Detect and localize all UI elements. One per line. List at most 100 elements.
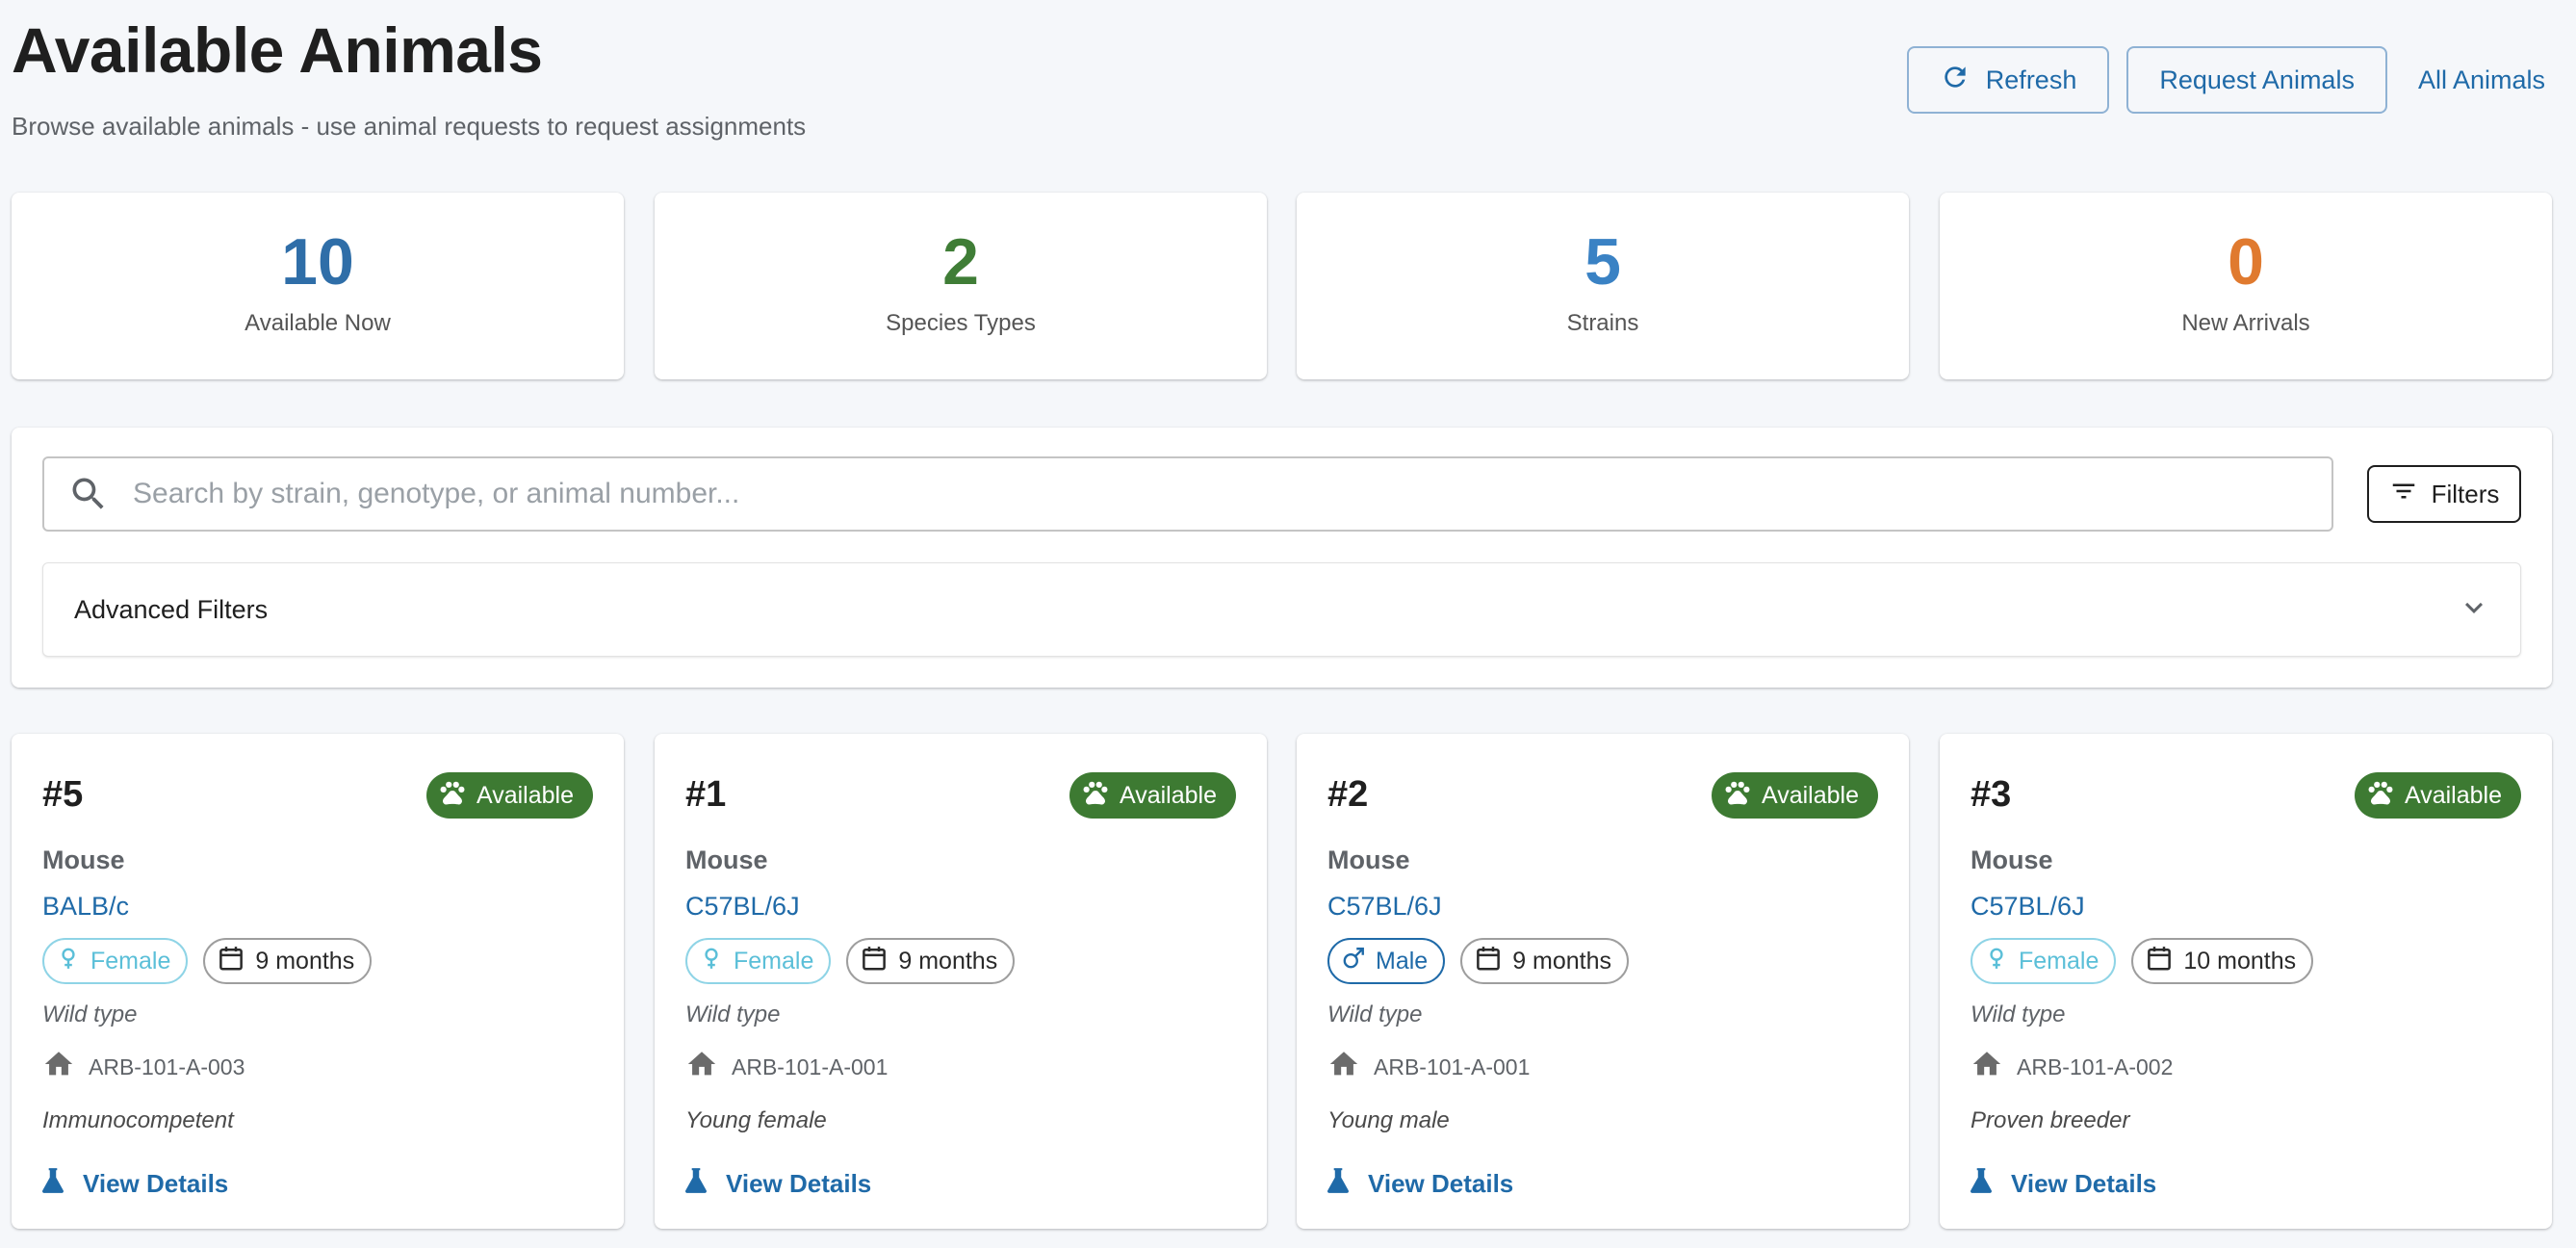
animal-card[interactable]: #5 Available Mouse BALB/c Female 9 month… xyxy=(12,734,624,1229)
status-badge: Available xyxy=(2354,772,2521,819)
location: ARB-101-A-002 xyxy=(1971,1048,2173,1086)
genotype: Wild type xyxy=(1971,1001,2066,1027)
attribute-chips: Female 9 months xyxy=(42,938,373,984)
view-details-button[interactable]: View Details xyxy=(40,1167,228,1201)
animal-number: #5 xyxy=(42,774,84,815)
home-icon xyxy=(1327,1048,1360,1086)
status-label: Available xyxy=(1761,781,1859,809)
filters-label: Filters xyxy=(2431,479,2500,508)
status-label: Available xyxy=(2404,781,2502,809)
strain-link[interactable]: C57BL/6J xyxy=(1971,892,2085,922)
home-icon xyxy=(1971,1048,2003,1086)
stat-card-new-arrivals: 0 New Arrivals xyxy=(1940,193,2552,379)
genotype: Wild type xyxy=(42,1001,138,1027)
age-chip: 10 months xyxy=(2131,938,2314,984)
sex-label: Female xyxy=(2019,947,2099,975)
stat-card-strains: 5 Strains xyxy=(1297,193,1909,379)
animal-number: #1 xyxy=(685,774,727,815)
paw-icon xyxy=(1081,778,1110,814)
view-details-button[interactable]: View Details xyxy=(1326,1167,1513,1201)
status-label: Available xyxy=(1119,781,1217,809)
page-subtitle: Browse available animals - use animal re… xyxy=(12,112,807,141)
home-icon xyxy=(42,1048,75,1086)
stat-card-species-types: 2 Species Types xyxy=(655,193,1267,379)
genotype: Wild type xyxy=(685,1001,781,1027)
sex-chip: Female xyxy=(685,938,832,984)
stat-label: Available Now xyxy=(245,310,391,336)
animal-card[interactable]: #3 Available Mouse C57BL/6J Female 10 mo… xyxy=(1940,734,2552,1229)
species: Mouse xyxy=(1327,845,1410,874)
stat-value: 2 xyxy=(942,225,979,299)
chevron-down-icon[interactable] xyxy=(2457,590,2491,630)
view-details-label: View Details xyxy=(726,1169,872,1198)
flask-icon xyxy=(683,1167,708,1201)
location-label: ARB-101-A-003 xyxy=(89,1053,245,1079)
paw-icon xyxy=(2366,778,2395,814)
female-icon xyxy=(699,946,724,977)
location-label: ARB-101-A-001 xyxy=(732,1053,889,1079)
calendar-icon xyxy=(217,944,245,979)
age-label: 9 months xyxy=(898,947,998,975)
male-icon xyxy=(1341,946,1366,977)
view-details-button[interactable]: View Details xyxy=(1969,1167,2156,1201)
strain-link[interactable]: BALB/c xyxy=(42,892,129,922)
stat-label: Strains xyxy=(1566,310,1639,336)
strain-link[interactable]: C57BL/6J xyxy=(1327,892,1442,922)
attribute-chips: Male 9 months xyxy=(1327,938,1630,984)
stat-value: 5 xyxy=(1584,225,1621,299)
location-label: ARB-101-A-002 xyxy=(2017,1053,2174,1079)
animal-number: #3 xyxy=(1971,774,2012,815)
request-animals-button[interactable]: Request Animals xyxy=(2126,46,2387,114)
search-icon xyxy=(44,456,133,532)
filter-list-icon xyxy=(2389,477,2418,512)
view-details-label: View Details xyxy=(83,1169,229,1198)
request-animals-label: Request Animals xyxy=(2159,65,2355,94)
refresh-icon xyxy=(1940,62,1971,99)
status-badge: Available xyxy=(1711,772,1878,819)
age-label: 9 months xyxy=(1512,947,1612,975)
calendar-icon xyxy=(1474,944,1503,979)
animal-card[interactable]: #2 Available Mouse C57BL/6J Male 9 month… xyxy=(1297,734,1909,1229)
page: Available Animals Browse available anima… xyxy=(0,0,2576,1248)
sex-chip: Male xyxy=(1327,938,1446,984)
sex-label: Male xyxy=(1376,947,1429,975)
strain-link[interactable]: C57BL/6J xyxy=(685,892,800,922)
species: Mouse xyxy=(42,845,125,874)
advanced-filters-label: Advanced Filters xyxy=(74,594,269,624)
stat-value: 0 xyxy=(2228,225,2264,299)
status-badge: Available xyxy=(425,772,593,819)
genotype: Wild type xyxy=(1327,1001,1423,1027)
search-input[interactable] xyxy=(133,460,2331,528)
view-details-button[interactable]: View Details xyxy=(683,1167,871,1201)
animal-grid: #5 Available Mouse BALB/c Female 9 month… xyxy=(12,734,2552,1229)
animal-card[interactable]: #1 Available Mouse C57BL/6J Female 9 mon… xyxy=(655,734,1267,1229)
female-icon xyxy=(56,946,81,977)
status-label: Available xyxy=(476,781,574,809)
age-chip: 9 months xyxy=(1460,938,1630,984)
refresh-button[interactable]: Refresh xyxy=(1906,46,2110,114)
status-badge: Available xyxy=(1069,772,1236,819)
calendar-icon xyxy=(860,944,889,979)
stat-label: Species Types xyxy=(886,310,1036,336)
attribute-chips: Female 9 months xyxy=(685,938,1016,984)
advanced-filters-accordion[interactable]: Advanced Filters xyxy=(42,562,2521,657)
view-details-label: View Details xyxy=(1368,1169,1514,1198)
calendar-icon xyxy=(2145,944,2174,979)
age-chip: 9 months xyxy=(203,938,373,984)
all-animals-label: All Animals xyxy=(2417,65,2545,94)
filters-button[interactable]: Filters xyxy=(2367,465,2521,523)
all-animals-button[interactable]: All Animals xyxy=(2405,46,2559,114)
age-label: 10 months xyxy=(2183,947,2297,975)
location-label: ARB-101-A-001 xyxy=(1374,1053,1531,1079)
location: ARB-101-A-003 xyxy=(42,1048,245,1086)
location: ARB-101-A-001 xyxy=(685,1048,888,1086)
home-icon xyxy=(685,1048,718,1086)
female-icon xyxy=(1984,946,2009,977)
flask-icon xyxy=(40,1167,65,1201)
refresh-label: Refresh xyxy=(1985,65,2077,94)
view-details-label: View Details xyxy=(2011,1169,2157,1198)
animal-note: Proven breeder xyxy=(1971,1107,2130,1133)
sex-label: Female xyxy=(734,947,814,975)
sex-label: Female xyxy=(90,947,171,975)
paw-icon xyxy=(1723,778,1752,814)
